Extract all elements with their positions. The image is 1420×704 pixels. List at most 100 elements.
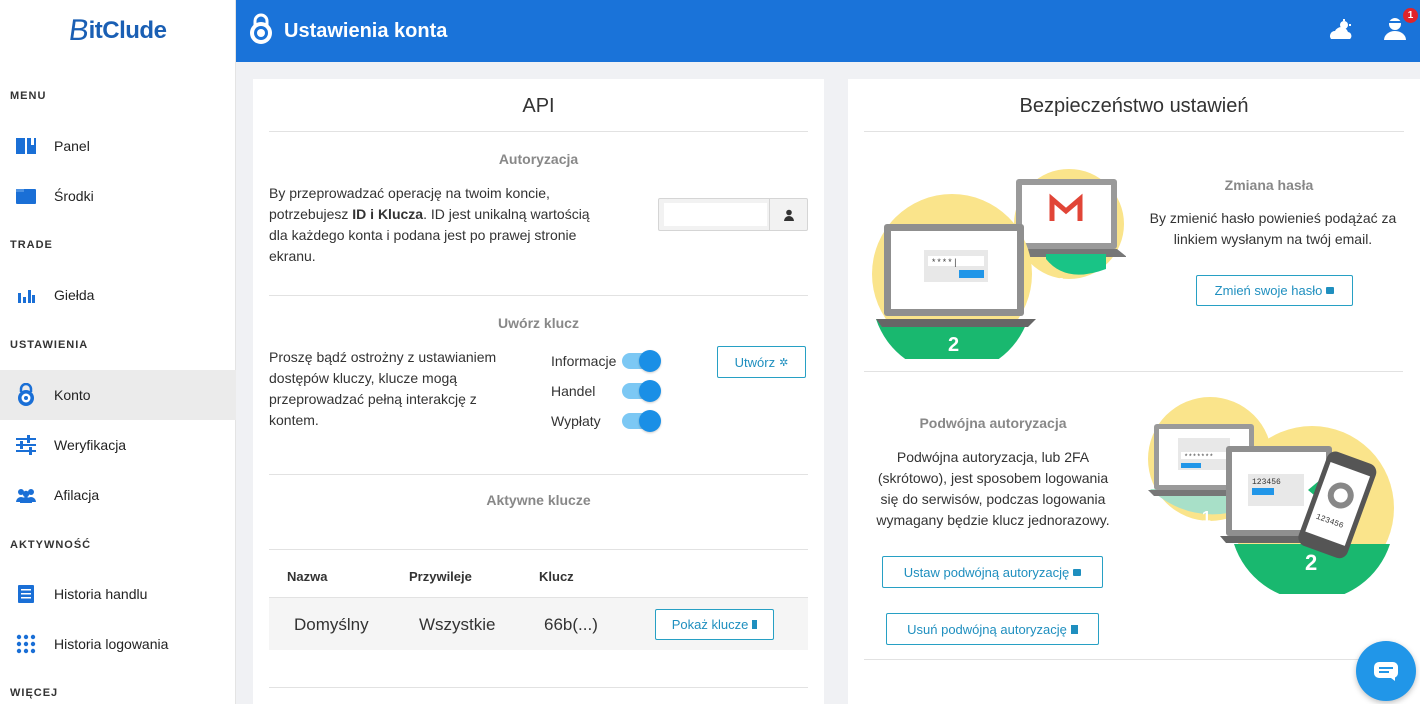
create-key-button[interactable]: Utwórz ✲ bbox=[717, 346, 806, 378]
col-klucz: Klucz bbox=[539, 569, 574, 584]
book-icon bbox=[14, 134, 38, 158]
sidebar-item-srodki[interactable]: Środki bbox=[0, 171, 236, 221]
api-title: API bbox=[269, 79, 808, 132]
change-password-text: By zmienić hasło powienieś podążać za li… bbox=[1149, 210, 1397, 247]
section-aktywnosc: AKTYWNOŚĆ bbox=[10, 539, 92, 551]
sidebar-item-afilacja[interactable]: Afilacja bbox=[0, 470, 236, 520]
sidebar-item-label: Środki bbox=[54, 188, 94, 204]
bookmark-icon bbox=[752, 620, 758, 629]
divider bbox=[864, 371, 1403, 372]
toggle-label-handel: Handel bbox=[551, 383, 596, 399]
sidebar-item-label: Panel bbox=[54, 138, 90, 154]
show-keys-label: Pokaż klucze bbox=[671, 617, 749, 632]
sidebar: BitClude MENU Panel Środki TRADE Giełda … bbox=[0, 0, 236, 704]
section-wiecej: WIĘCEJ bbox=[10, 687, 59, 699]
remove-twofa-button[interactable]: Usuń podwójną autoryzację bbox=[886, 613, 1099, 645]
step-2-label: 2 bbox=[1305, 550, 1317, 575]
change-password-title: Zmiana hasła bbox=[1224, 177, 1314, 193]
step-2-label: 2 bbox=[948, 334, 959, 356]
show-keys-button[interactable]: Pokaż klucze bbox=[655, 609, 774, 640]
toggle-handel[interactable] bbox=[622, 380, 661, 402]
key-name: Domyślny bbox=[294, 615, 369, 634]
user-icon[interactable]: 1 bbox=[1380, 0, 1420, 62]
laptop-code: 123456 bbox=[1252, 478, 1281, 487]
sidebar-item-konto[interactable]: Konto bbox=[0, 370, 236, 420]
toggle-wyplaty[interactable] bbox=[622, 410, 661, 432]
id-field bbox=[658, 198, 808, 231]
logo-letter: B bbox=[66, 14, 91, 47]
twofa-title: Podwójna autoryzacja bbox=[919, 415, 1067, 431]
chat-icon bbox=[1374, 662, 1398, 681]
users-icon bbox=[14, 483, 38, 507]
logo[interactable]: BitClude bbox=[0, 0, 235, 62]
section-trade: TRADE bbox=[10, 239, 53, 251]
toggle-label-informacje: Informacje bbox=[551, 353, 617, 369]
lock-icon bbox=[14, 383, 38, 407]
sidebar-item-label: Weryfikacja bbox=[54, 437, 127, 453]
page-title: Ustawienia konta bbox=[284, 19, 448, 42]
lock-icon bbox=[1326, 287, 1335, 294]
col-nazwa: Nazwa bbox=[287, 569, 328, 584]
auth-text: By przeprowadzać operację na twoim konci… bbox=[269, 183, 609, 267]
col-przywileje: Przywileje bbox=[409, 569, 472, 584]
id-input[interactable] bbox=[664, 203, 767, 226]
password-mask: ****| bbox=[931, 258, 958, 268]
section-menu: MENU bbox=[10, 90, 47, 102]
twofa-text: Podwójna autoryzacja, lub 2FA (skrótowo)… bbox=[876, 449, 1110, 528]
toggle-label-wyplaty: Wypłaty bbox=[551, 413, 601, 429]
toggle-informacje[interactable] bbox=[622, 350, 661, 372]
sidebar-item-label: Konto bbox=[54, 387, 91, 403]
mask-text: ******* bbox=[1184, 454, 1213, 462]
divider bbox=[269, 687, 808, 688]
twofa-illustration: ******* 1 123456 2 123456 bbox=[1148, 397, 1394, 594]
sidebar-item-weryfikacja[interactable]: Weryfikacja bbox=[0, 420, 236, 470]
security-card: Bezpieczeństwo ustawień 1 ****| 2 Zmiana… bbox=[848, 79, 1420, 704]
divider bbox=[269, 295, 808, 296]
trash-icon bbox=[1070, 624, 1078, 634]
create-key-label: Utwórz bbox=[734, 354, 776, 370]
wrench-icon: ✲ bbox=[779, 356, 789, 369]
sidebar-item-historia-handlu[interactable]: Historia handlu bbox=[0, 569, 236, 619]
lock-icon bbox=[248, 13, 274, 50]
sidebar-item-label: Afilacja bbox=[54, 487, 100, 503]
password-illustration: 1 ****| 2 bbox=[872, 169, 1126, 359]
grid-icon bbox=[14, 632, 38, 656]
sidebar-item-label: Giełda bbox=[54, 287, 95, 303]
api-card: API Autoryzacja By przeprowadzać operacj… bbox=[253, 79, 824, 704]
divider bbox=[269, 549, 808, 550]
chat-button[interactable] bbox=[1356, 641, 1416, 701]
create-key-text: Proszę bądź ostrożny z ustawianiem dostę… bbox=[269, 349, 497, 428]
change-password-label: Zmień swoje hasło bbox=[1214, 283, 1323, 298]
auth-text-bold: ID i Klucza bbox=[352, 206, 424, 222]
logo-text: itClude bbox=[88, 17, 167, 44]
set-twofa-label: Ustaw podwójną autoryzację bbox=[903, 564, 1070, 580]
section-ustawienia: USTAWIENIA bbox=[10, 339, 89, 351]
auth-title: Autoryzacja bbox=[498, 151, 579, 167]
sidebar-item-gielda[interactable]: Giełda bbox=[0, 270, 236, 320]
sliders-icon bbox=[14, 433, 38, 457]
list-icon bbox=[14, 582, 38, 606]
remove-twofa-label: Usuń podwójną autoryzację bbox=[907, 621, 1067, 637]
bar-chart-icon bbox=[14, 283, 38, 307]
change-password-button[interactable]: Zmień swoje hasło bbox=[1196, 275, 1353, 306]
active-keys-title: Aktywne klucze bbox=[486, 492, 591, 508]
set-twofa-button[interactable]: Ustaw podwójną autoryzację bbox=[882, 556, 1103, 588]
user-icon[interactable] bbox=[769, 199, 807, 230]
key-value: 66b(...) bbox=[544, 615, 598, 634]
divider bbox=[269, 474, 808, 475]
top-bar: Ustawienia konta 1 bbox=[236, 0, 1420, 62]
step-1-label: 1 bbox=[1202, 509, 1211, 526]
sidebar-item-historia-logowania[interactable]: Historia logowania bbox=[0, 619, 236, 669]
lock-icon bbox=[1073, 568, 1082, 576]
sidebar-item-label: Historia logowania bbox=[54, 636, 169, 652]
folder-icon bbox=[14, 184, 38, 208]
security-title: Bezpieczeństwo ustawień bbox=[864, 79, 1404, 132]
table-row: Domyślny Wszystkie 66b(...) Pokaż klucze bbox=[269, 597, 808, 650]
notification-badge: 1 bbox=[1403, 8, 1418, 23]
key-privileges: Wszystkie bbox=[419, 615, 496, 634]
step-1-label: 1 bbox=[1056, 275, 1066, 295]
sidebar-item-panel[interactable]: Panel bbox=[0, 121, 236, 171]
sidebar-item-label: Historia handlu bbox=[54, 586, 148, 602]
divider bbox=[864, 659, 1403, 660]
weather-icon[interactable] bbox=[1328, 19, 1356, 43]
